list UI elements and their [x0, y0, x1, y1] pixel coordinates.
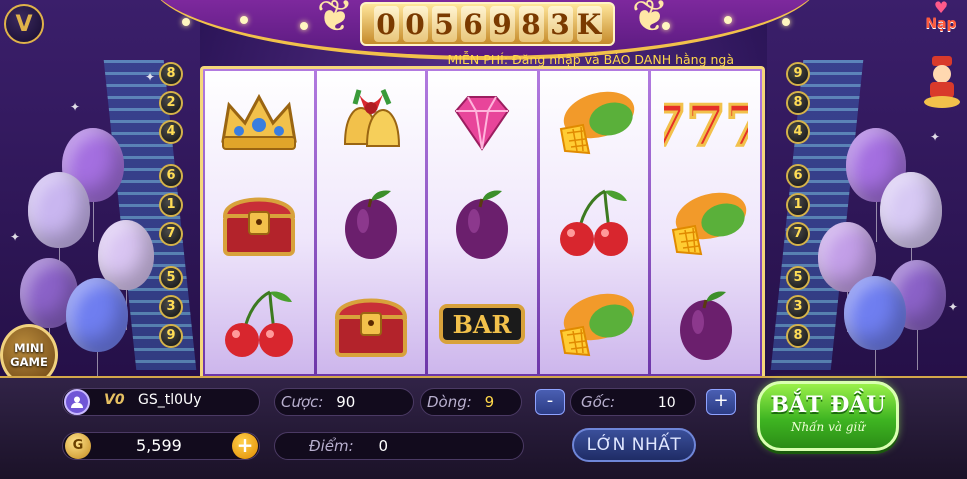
payline-number[interactable]: 1 [159, 193, 183, 217]
light-bulb [782, 18, 790, 26]
payline-number[interactable]: 3 [786, 295, 810, 319]
payline-indicators-right: 9 8 4 6 1 7 5 3 8 [786, 62, 810, 348]
bet-value: 90 [336, 393, 356, 411]
symbol-bells-icon [326, 77, 416, 167]
symbol-crown-icon [214, 77, 304, 167]
light-bulb [240, 16, 248, 24]
reel [539, 71, 649, 374]
star-icon: ✦ [930, 130, 941, 144]
lines-label: Dòng: [427, 393, 472, 411]
payline-number[interactable]: 9 [159, 324, 183, 348]
user-avatar-icon[interactable] [64, 389, 90, 415]
lines-field[interactable]: Dòng: 9 [420, 388, 522, 416]
add-coin-button[interactable]: + [232, 433, 258, 459]
jackpot-counter: 0 0 5 6 9 8 3 K [360, 2, 615, 46]
jackpot-digit: 6 [460, 6, 486, 42]
mini-game-label: GAME [10, 355, 48, 369]
star-icon: ✦ [70, 100, 81, 114]
score-value: 0 [378, 437, 389, 455]
base-label: Gốc: [581, 393, 616, 411]
payline-number[interactable]: 6 [159, 164, 183, 188]
symbol-777-icon: 777 [661, 77, 751, 167]
gold-coin-icon: G [65, 433, 91, 459]
bet-field[interactable]: Cược: 90 [274, 388, 414, 416]
balloon [880, 172, 942, 288]
star-icon: ✦ [948, 300, 959, 314]
payline-number[interactable]: 8 [159, 62, 183, 86]
symbol-chest-icon [326, 279, 416, 369]
start-title: BẮT ĐẦU [770, 392, 886, 418]
balloon [66, 278, 128, 392]
light-bulb [724, 16, 732, 24]
payline-number[interactable]: 5 [159, 266, 183, 290]
reel: 777 [651, 71, 760, 374]
payline-number[interactable]: 7 [786, 222, 810, 246]
base-value: 10 [657, 395, 676, 411]
right-wing-icon: ❦ [631, 0, 669, 42]
mini-game-label: MINI [14, 341, 44, 355]
symbol-diamond-icon [437, 77, 527, 167]
jackpot-digit: 3 [547, 6, 573, 42]
decrease-base-button[interactable]: - [535, 389, 565, 415]
jackpot-digit: K [576, 6, 602, 42]
chevron-down-icon: V [15, 11, 33, 37]
symbol-mango-icon [549, 279, 639, 369]
reel [316, 71, 426, 374]
payline-indicators-left: 8 2 4 6 1 7 5 3 9 [159, 62, 183, 348]
fortune-god-icon[interactable] [920, 52, 964, 110]
jackpot-digit: 8 [518, 6, 544, 42]
increase-base-button[interactable]: + [706, 389, 736, 415]
jackpot-digit: 5 [431, 6, 457, 42]
star-icon: ✦ [145, 70, 156, 84]
symbol-mango-icon [549, 77, 639, 167]
jackpot-digit: 0 [373, 6, 399, 42]
start-spin-button[interactable]: BẮT ĐẦU Nhấn và giữ [757, 381, 899, 451]
light-bulb [182, 18, 190, 26]
score-field: Điểm: 0 [274, 432, 524, 460]
username: GS_tl0Uy [138, 392, 202, 408]
symbol-cherry-icon [549, 178, 639, 268]
payline-number[interactable]: 8 [786, 324, 810, 348]
lines-value: 9 [484, 393, 495, 411]
payline-number[interactable]: 3 [159, 295, 183, 319]
symbol-chest-icon [214, 178, 304, 268]
payline-number[interactable]: 5 [786, 266, 810, 290]
payline-number[interactable]: 4 [786, 120, 810, 144]
slot-game-screen: ✦ ✦ ✦ ✦ ✦ ❦ ❦ 0 0 5 6 9 8 3 K MIỄN PHÍ: … [0, 0, 967, 479]
base-bet-field[interactable]: Gốc: 10 [570, 388, 696, 416]
deposit-label: Nạp [925, 16, 957, 32]
symbol-plum-icon [437, 178, 527, 268]
payline-number[interactable]: 8 [786, 91, 810, 115]
vip-badge: V0 [104, 392, 125, 408]
heart-icon: ♥ [933, 0, 949, 17]
score-label: Điểm: [309, 437, 354, 455]
max-bet-button[interactable]: LỚN NHẤT [572, 428, 696, 462]
start-subtitle: Nhấn và giữ [790, 420, 866, 434]
payline-number[interactable]: 2 [159, 91, 183, 115]
payline-number[interactable]: 9 [786, 62, 810, 86]
symbol-plum-icon [661, 279, 751, 369]
menu-logo-button[interactable]: V [4, 4, 44, 44]
jackpot-digit: 9 [489, 6, 515, 42]
reel-frame: BAR 777 [200, 66, 765, 376]
reel [205, 71, 314, 374]
symbol-bar: BAR [437, 279, 527, 369]
symbol-cherry-icon [214, 279, 304, 369]
balance-value: 5,599 [136, 436, 182, 455]
balloon [844, 276, 906, 390]
payline-number[interactable]: 6 [786, 164, 810, 188]
star-icon: ✦ [10, 230, 21, 244]
payline-number[interactable]: 1 [786, 193, 810, 217]
svg-text:BAR: BAR [453, 310, 513, 339]
jackpot-digit: 0 [402, 6, 428, 42]
bet-label: Cược: [281, 393, 324, 411]
svg-text:777: 777 [664, 93, 748, 157]
symbol-mango-icon [661, 178, 751, 268]
balloon [28, 172, 90, 288]
payline-number[interactable]: 7 [159, 222, 183, 246]
deposit-button[interactable]: ♥ Nạp [918, 0, 964, 40]
reel: BAR [428, 71, 537, 374]
symbol-plum-icon [326, 178, 416, 268]
payline-number[interactable]: 4 [159, 120, 183, 144]
